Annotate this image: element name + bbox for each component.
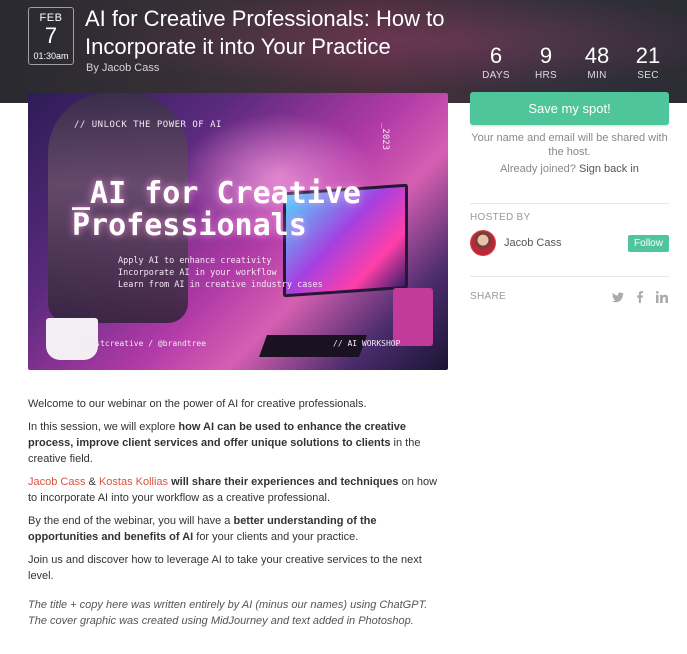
cover-tagline: // UNLOCK THE POWER OF AI	[74, 120, 222, 130]
host-link-kostas[interactable]: Kostas Kollias	[99, 476, 168, 488]
countdown-unit: DAYS	[482, 70, 510, 81]
countdown-days: 6 DAYS	[476, 43, 516, 82]
countdown-unit: SEC	[637, 70, 659, 81]
share-label: SHARE	[470, 291, 506, 302]
cover-year: _2023	[380, 123, 390, 151]
linkedin-icon[interactable]	[655, 291, 668, 306]
privacy-note: Your name and email will be shared with …	[471, 132, 668, 158]
already-joined-text: Already joined?	[500, 163, 576, 175]
hosted-by-label: HOSTED BY	[470, 212, 531, 223]
avatar[interactable]	[470, 230, 496, 256]
description-paragraph: Join us and discover how to leverage AI …	[28, 554, 422, 582]
cover-headline-line: Professionals	[72, 208, 307, 243]
date-badge: FEB 7 01:30am	[28, 7, 74, 65]
cover-bullet: Learn from AI in creative industry cases	[118, 280, 323, 290]
sign-back-in-link[interactable]: Sign back in	[579, 163, 639, 175]
description-paragraph: Welcome to our webinar on the power of A…	[28, 398, 367, 410]
countdown-unit: MIN	[587, 70, 607, 81]
twitter-icon[interactable]	[611, 291, 624, 306]
description-paragraph: Jacob Cass & Kostas Kollias will share t…	[28, 474, 448, 506]
host-name[interactable]: Jacob Cass	[504, 237, 561, 249]
divider	[470, 276, 669, 277]
description-text: for your clients and your practice.	[193, 531, 359, 543]
host-link-jacob[interactable]: Jacob Cass	[28, 476, 85, 488]
countdown-value: 48	[584, 43, 610, 68]
description-bold: share their experiences and techniques	[191, 476, 399, 488]
date-time: 01:30am	[33, 51, 69, 61]
description-paragraph: In this session, we will explore how AI …	[28, 419, 448, 467]
countdown-hours: 9 HRS	[526, 43, 566, 82]
description-text: &	[85, 476, 99, 488]
ai-disclaimer: The title + copy here was written entire…	[28, 599, 428, 627]
description-paragraph: By the end of the webinar, you will have…	[28, 513, 448, 545]
description-text: By the end of the webinar, you will have…	[28, 515, 234, 527]
cover-image: // UNLOCK THE POWER OF AI _2023 _AI for …	[28, 93, 448, 370]
description-bold: will	[168, 476, 192, 488]
divider	[470, 203, 669, 204]
date-day: 7	[44, 23, 58, 48]
follow-button[interactable]: Follow	[628, 235, 669, 252]
event-description: Welcome to our webinar on the power of A…	[28, 396, 448, 636]
facebook-icon[interactable]	[633, 291, 646, 306]
cover-pen-cup	[393, 288, 433, 346]
cover-credit: _mjustcreative / @brandtree	[76, 339, 207, 348]
description-text: In this session, we will explore	[28, 421, 179, 433]
countdown-value: 6	[489, 43, 503, 68]
countdown-unit: HRS	[534, 70, 557, 81]
cover-bullet: Incorporate AI in your workflow	[118, 268, 277, 278]
byline: By Jacob Cass	[86, 62, 160, 74]
already-joined: Already joined? Sign back in	[470, 163, 669, 175]
cover-headline-line: _AI for Creative	[72, 176, 361, 211]
event-header: FEB 7 01:30am AI for Creative Profession…	[0, 0, 687, 103]
countdown-minutes: 48 MIN	[577, 43, 617, 82]
cover-bullet: Apply AI to enhance creativity	[118, 256, 272, 266]
cover-workshop-label: // AI WORKSHOP	[333, 339, 401, 348]
countdown-value: 21	[635, 43, 661, 68]
countdown-value: 9	[539, 43, 553, 68]
save-spot-button[interactable]: Save my spot!	[470, 92, 669, 125]
share-icons	[611, 291, 668, 306]
cover-headline: _AI for Creative Professionals	[72, 178, 361, 242]
countdown-seconds: 21 SEC	[628, 43, 668, 82]
page-title: AI for Creative Professionals: How to In…	[85, 6, 445, 59]
cover-bullets: Apply AI to enhance creativity Incorpora…	[118, 255, 323, 291]
